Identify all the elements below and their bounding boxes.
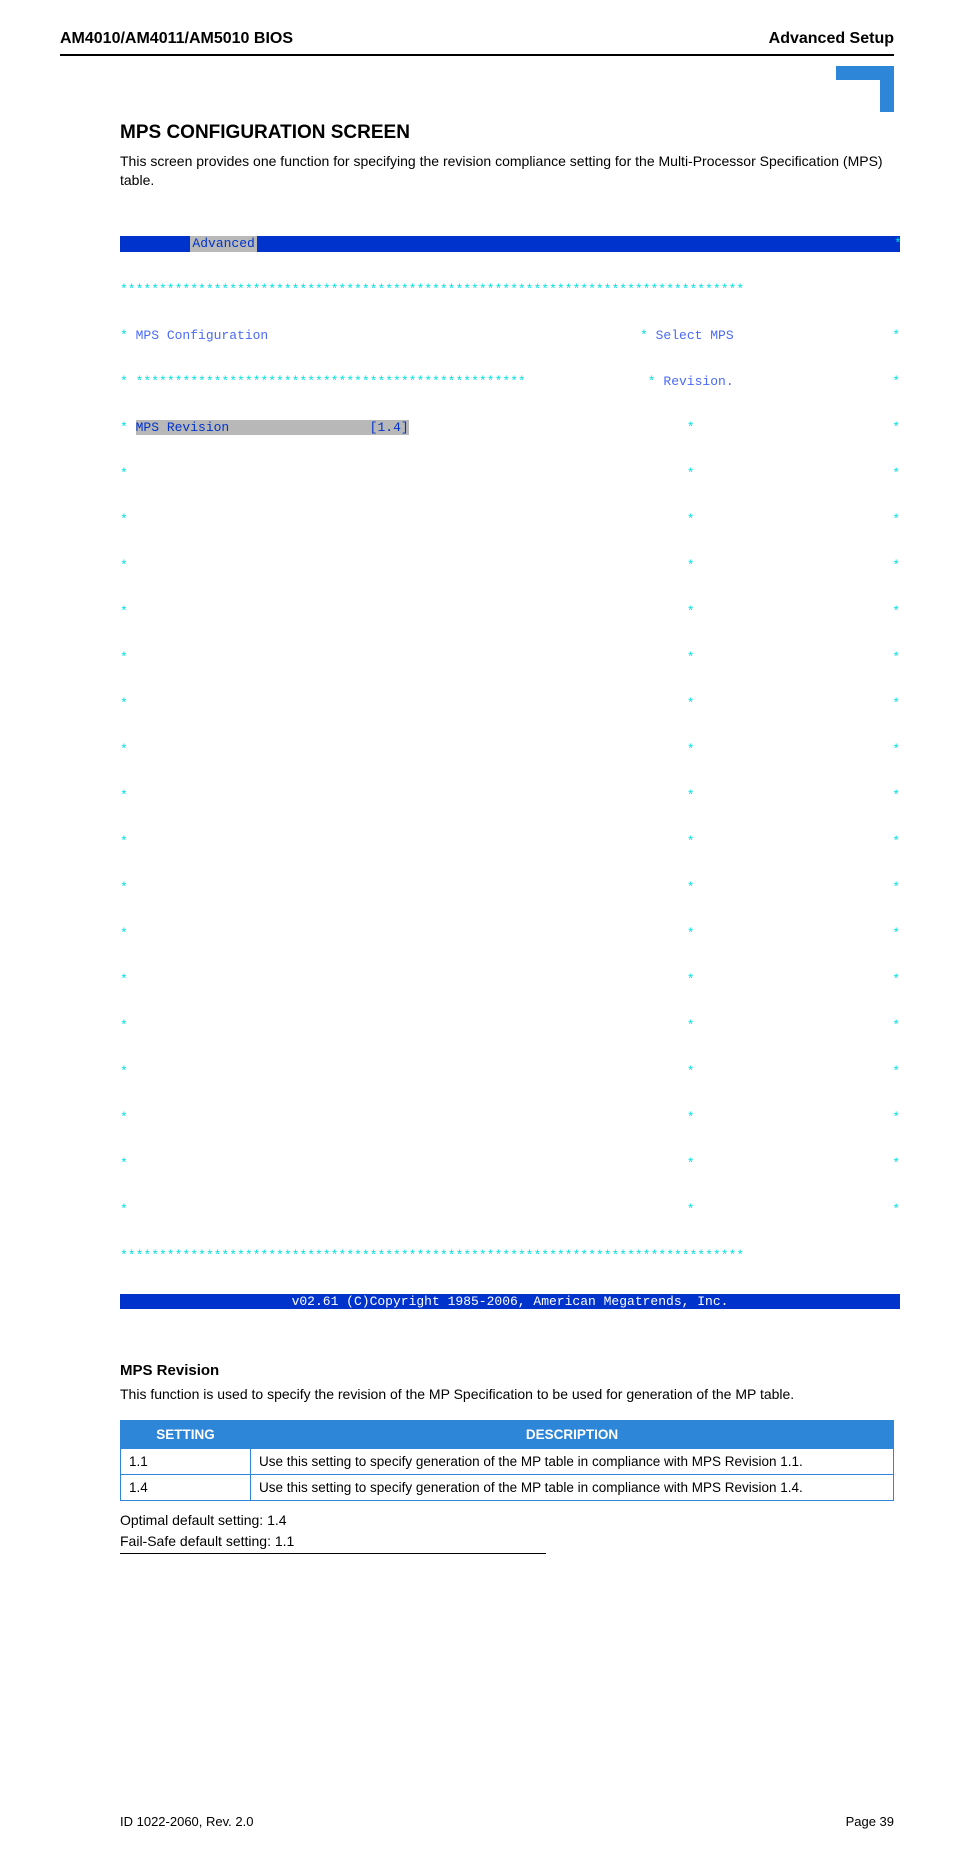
bios-tab-end: * [894,236,900,251]
bios-tab-fill [257,236,894,251]
mps-revision-intro: This function is used to specify the rev… [120,1385,894,1404]
bios-tab-advanced[interactable]: Advanced [190,236,256,251]
table-row: 1.4 Use this setting to specify generati… [121,1474,894,1500]
header-right: Advanced Setup [769,30,894,48]
table-row: 1.1 Use this setting to specify generati… [121,1448,894,1474]
bios-tab-bar: Advanced * [120,236,900,251]
setting-cell: 1.4 [121,1474,251,1500]
bios-border-bottom: ****************************************… [120,1248,900,1263]
header-left: AM4010/AM4011/AM5010 BIOS [60,30,293,48]
bios-copyright: v02.61 (C)Copyright 1985-2006, American … [120,1294,900,1309]
footer-rule [120,1553,546,1554]
mps-revision-heading: MPS Revision [120,1362,894,1379]
bios-key-save-exit: Save and Exit [741,1064,842,1079]
bios-help-line-1: Revision. [663,374,733,389]
bios-key-change-option: Change Option [741,972,842,987]
bios-key-save-exit-key: F10 [702,1064,725,1079]
description-cell: Use this setting to specify generation o… [251,1474,894,1500]
bios-key-select-item: Select Item [741,926,827,941]
settings-table: SETTING DESCRIPTION 1.1 Use this setting… [120,1420,894,1501]
bios-tab-left-pad [120,236,190,251]
bios-key-select-screen: Select Screen [741,880,842,895]
section-title: MPS CONFIGURATION SCREEN [120,122,894,144]
bios-item-mps-revision-value[interactable]: [1.4] [370,420,409,435]
footer-right: Page 39 [846,1814,894,1829]
bios-key-general-help: General Help [741,1018,835,1033]
page-footer: ID 1022-2060, Rev. 2.0 Page 39 [60,1814,894,1829]
bios-key-change-option-key: +- [702,972,718,987]
failsafe-default: Fail-Safe default setting: 1.1 [120,1532,894,1551]
bios-key-select-item-key: ** [702,926,718,941]
page-header: AM4010/AM4011/AM5010 BIOS Advanced Setup [60,30,894,48]
description-cell: Use this setting to specify generation o… [251,1448,894,1474]
bios-key-general-help-key: F1 [702,1018,718,1033]
settings-col-setting: SETTING [121,1420,251,1448]
bios-help-line-0: Select MPS [656,328,734,343]
bios-panel-title: MPS Configuration [136,328,269,343]
settings-col-description: DESCRIPTION [251,1420,894,1448]
optimal-default: Optimal default setting: 1.4 [120,1511,894,1530]
footer-left: ID 1022-2060, Rev. 2.0 [120,1814,253,1829]
bios-key-exit-key: ESC [702,1110,725,1125]
header-rule [60,54,894,56]
bios-screenshot: Advanced * *****************************… [120,206,900,1340]
bios-border-top: ****************************************… [120,282,900,297]
setting-cell: 1.1 [121,1448,251,1474]
corner-logo-icon [60,66,894,112]
bios-key-exit: Exit [741,1110,772,1125]
bios-item-mps-revision[interactable]: MPS Revision [136,420,370,435]
section-intro: This screen provides one function for sp… [120,152,894,190]
